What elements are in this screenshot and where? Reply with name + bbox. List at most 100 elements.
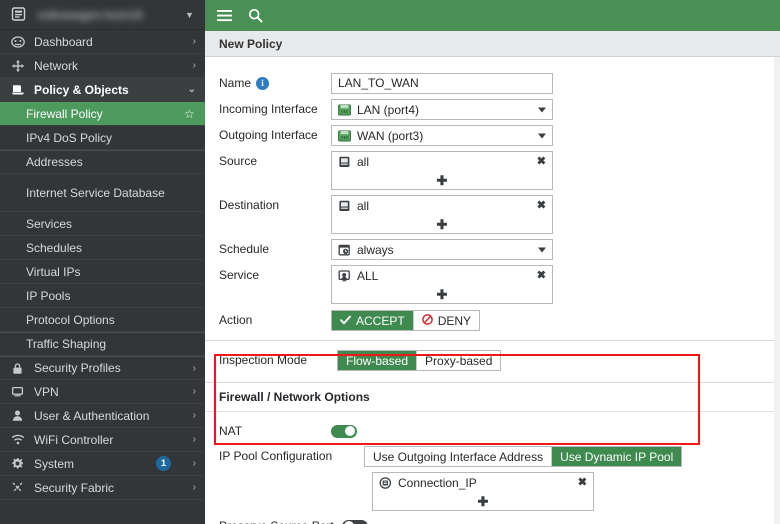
nat-toggle[interactable] bbox=[331, 424, 357, 438]
remove-icon[interactable]: ✖ bbox=[537, 156, 546, 168]
hamburger-menu-icon[interactable] bbox=[217, 9, 232, 22]
breadcrumb: New Policy bbox=[205, 31, 780, 57]
sidebar-item-vpn[interactable]: VPN › bbox=[0, 380, 205, 404]
action-label: Action bbox=[219, 313, 253, 327]
ip-pool-icon bbox=[379, 477, 392, 489]
sidebar-item-wifi-controller[interactable]: WiFi Controller › bbox=[0, 428, 205, 452]
device-hostname: volkswagen-kom16 bbox=[37, 7, 143, 22]
action-accept-button[interactable]: ACCEPT bbox=[332, 311, 413, 330]
inspection-mode-segmented-control: Flow-based Proxy-based bbox=[337, 350, 502, 371]
sidebar-sub-label: Traffic Shaping bbox=[26, 337, 107, 351]
source-label: Source bbox=[219, 154, 258, 168]
chevron-right-icon: › bbox=[192, 434, 196, 445]
chevron-down-icon[interactable] bbox=[538, 247, 546, 252]
schedule-select[interactable]: always bbox=[331, 239, 553, 260]
sidebar-sub-label: Internet Service Database bbox=[26, 185, 165, 200]
address-icon bbox=[338, 200, 351, 212]
sidebar-label: Security Profiles bbox=[34, 361, 121, 375]
address-icon bbox=[338, 156, 351, 168]
service-entry[interactable]: ALL ✖ bbox=[332, 266, 552, 286]
sidebar-item-security-fabric[interactable]: Security Fabric › bbox=[0, 476, 205, 500]
sidebar-item-internet-service-database[interactable]: Internet Service Database bbox=[0, 174, 205, 212]
destination-multiselect[interactable]: all ✖ ✚ bbox=[331, 195, 553, 234]
sidebar-item-security-profiles[interactable]: Security Profiles › bbox=[0, 356, 205, 380]
sidebar-item-policy-objects[interactable]: Policy & Objects ⌄ bbox=[0, 78, 205, 102]
name-value: LAN_TO_WAN bbox=[338, 76, 419, 90]
inspection-mode-label: Inspection Mode bbox=[219, 353, 308, 367]
add-service-button[interactable]: ✚ bbox=[332, 286, 552, 303]
network-arrows-icon bbox=[10, 59, 25, 73]
field-preserve-source-port-row: Preserve Source Port bbox=[205, 516, 780, 524]
remove-icon[interactable]: ✖ bbox=[537, 200, 546, 212]
favorite-star-icon[interactable]: ☆ bbox=[184, 107, 196, 121]
outgoing-interface-label: Outgoing Interface bbox=[219, 128, 318, 142]
add-ip-pool-button[interactable]: ✚ bbox=[373, 493, 593, 510]
sidebar-item-system[interactable]: System 1 › bbox=[0, 452, 205, 476]
sidebar-item-user-authentication[interactable]: User & Authentication › bbox=[0, 404, 205, 428]
remove-icon[interactable]: ✖ bbox=[537, 270, 546, 282]
service-multiselect[interactable]: ALL ✖ ✚ bbox=[331, 265, 553, 304]
preserve-source-port-toggle[interactable] bbox=[341, 519, 368, 524]
field-service-row: Service ALL ✖ ✚ bbox=[205, 265, 780, 304]
ip-pool-value: Connection_IP bbox=[398, 476, 477, 490]
name-input[interactable]: LAN_TO_WAN bbox=[331, 73, 553, 94]
sidebar-item-ipv4-dos-policy[interactable]: IPv4 DoS Policy bbox=[0, 126, 205, 150]
sidebar-item-dashboard[interactable]: Dashboard › bbox=[0, 30, 205, 54]
network-options-section-title: Firewall / Network Options bbox=[205, 383, 780, 412]
destination-value: all bbox=[357, 199, 370, 213]
source-entry[interactable]: all ✖ bbox=[332, 152, 552, 172]
sidebar-item-addresses[interactable]: Addresses bbox=[0, 150, 205, 174]
sidebar: volkswagen-kom16 ▼ Dashboard › Network ›… bbox=[0, 0, 205, 524]
destination-label: Destination bbox=[219, 198, 280, 212]
remove-icon[interactable]: ✖ bbox=[578, 477, 587, 489]
system-notification-badge: 1 bbox=[156, 456, 171, 471]
inspection-mode-proxy-based-button[interactable]: Proxy-based bbox=[416, 351, 501, 370]
add-source-button[interactable]: ✚ bbox=[332, 172, 552, 189]
sidebar-item-schedules[interactable]: Schedules bbox=[0, 236, 205, 260]
destination-entry[interactable]: all ✖ bbox=[332, 196, 552, 216]
fortigate-new-policy-screen: volkswagen-kom16 ▼ Dashboard › Network ›… bbox=[0, 0, 780, 524]
sidebar-label: User & Authentication bbox=[34, 408, 150, 423]
incoming-interface-select[interactable]: LAN (port4) bbox=[331, 99, 553, 120]
chevron-down-icon[interactable]: ▼ bbox=[185, 10, 197, 20]
chevron-down-icon[interactable] bbox=[538, 107, 546, 112]
sidebar-item-firewall-policy[interactable]: Firewall Policy ☆ bbox=[0, 102, 205, 126]
main-panel: New Policy Name i LAN_TO_WAN Incoming In… bbox=[205, 0, 780, 524]
outgoing-interface-value: WAN (port3) bbox=[357, 128, 424, 143]
deny-icon bbox=[421, 313, 433, 328]
vertical-scrollbar[interactable] bbox=[774, 57, 780, 524]
outgoing-interface-select[interactable]: WAN (port3) bbox=[331, 125, 553, 146]
source-multiselect[interactable]: all ✖ ✚ bbox=[331, 151, 553, 190]
chevron-right-icon: › bbox=[192, 386, 196, 397]
use-dynamic-ip-pool-button[interactable]: Use Dynamic IP Pool bbox=[551, 447, 682, 466]
search-icon[interactable] bbox=[248, 8, 263, 23]
add-destination-button[interactable]: ✚ bbox=[332, 216, 552, 233]
chevron-down-icon: ⌄ bbox=[187, 84, 196, 95]
preserve-source-port-label: Preserve Source Port bbox=[219, 516, 334, 524]
sidebar-sub-label: Services bbox=[26, 216, 73, 231]
sidebar-item-virtual-ips[interactable]: Virtual IPs bbox=[0, 260, 205, 284]
inspection-mode-flow-based-button[interactable]: Flow-based bbox=[338, 351, 417, 370]
chevron-right-icon: › bbox=[192, 36, 196, 47]
incoming-interface-label: Incoming Interface bbox=[219, 102, 318, 116]
ip-pool-entry[interactable]: Connection_IP ✖ bbox=[373, 473, 593, 493]
sidebar-item-ip-pools[interactable]: IP Pools bbox=[0, 284, 205, 308]
field-nat-row: NAT bbox=[205, 421, 780, 441]
info-icon[interactable]: i bbox=[256, 76, 270, 90]
sidebar-item-services[interactable]: Services bbox=[0, 212, 205, 236]
service-label: Service bbox=[219, 268, 260, 282]
dashboard-gauge-icon bbox=[10, 35, 25, 49]
ip-pool-multiselect[interactable]: Connection_IP ✖ ✚ bbox=[372, 472, 594, 511]
sidebar-item-network[interactable]: Network › bbox=[0, 54, 205, 78]
action-deny-label: DENY bbox=[437, 313, 472, 328]
chevron-down-icon[interactable] bbox=[538, 133, 546, 138]
sidebar-item-protocol-options[interactable]: Protocol Options bbox=[0, 308, 205, 332]
sidebar-item-traffic-shaping[interactable]: Traffic Shaping bbox=[0, 332, 205, 356]
sidebar-sub-label: Schedules bbox=[26, 240, 83, 255]
chevron-right-icon: › bbox=[192, 410, 196, 421]
chevron-right-icon: › bbox=[192, 362, 196, 374]
action-deny-button[interactable]: DENY bbox=[412, 311, 480, 330]
sidebar-device-selector[interactable]: volkswagen-kom16 ▼ bbox=[0, 0, 205, 30]
use-outgoing-interface-address-button[interactable]: Use Outgoing Interface Address bbox=[365, 447, 552, 466]
port-icon bbox=[338, 104, 351, 116]
